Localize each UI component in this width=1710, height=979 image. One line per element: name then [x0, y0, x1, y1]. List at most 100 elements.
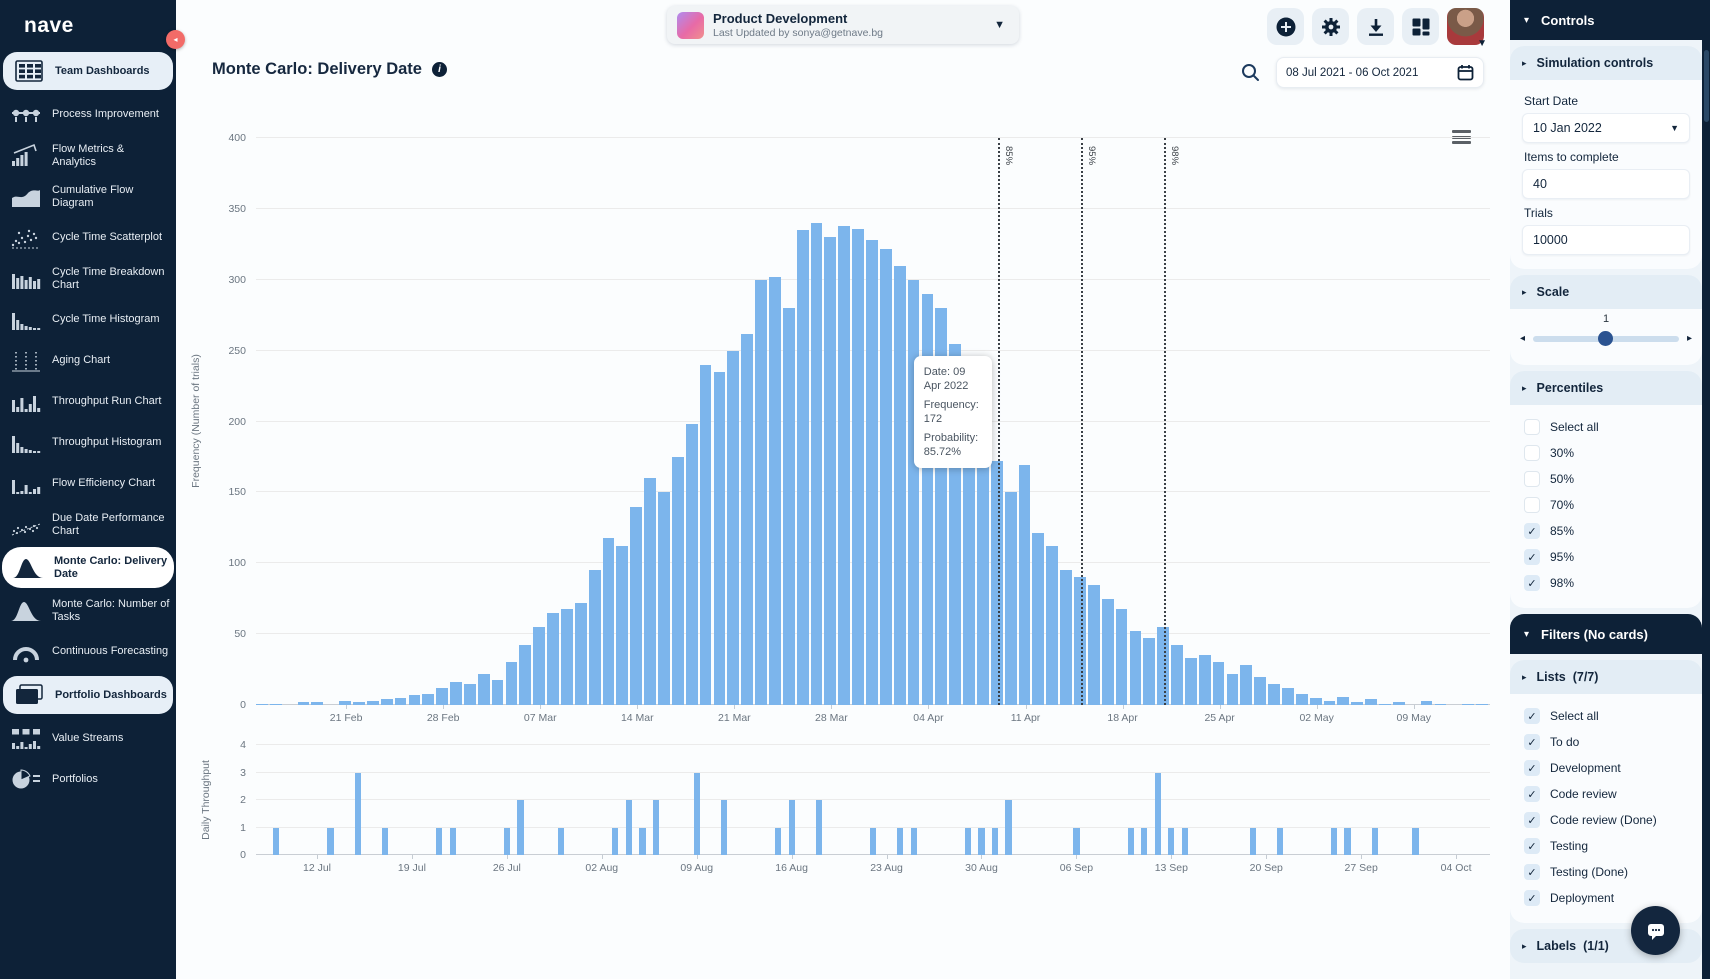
sidebar-item-aging-chart[interactable]: Aging Chart: [0, 340, 176, 381]
histogram-bar[interactable]: [1171, 645, 1183, 705]
histogram-bar[interactable]: [714, 372, 726, 705]
sidebar-item-cycle-time-histogram[interactable]: Cycle Time Histogram: [0, 299, 176, 340]
histogram-bar[interactable]: [478, 674, 490, 705]
sidebar-item-flow-metrics-analytics[interactable]: Flow Metrics & Analytics: [0, 135, 176, 176]
sidebar-item-cumulative-flow-diagram[interactable]: Cumulative Flow Diagram: [0, 176, 176, 217]
throughput-bar[interactable]: [694, 773, 700, 856]
histogram-bar[interactable]: [644, 478, 656, 705]
histogram-bar[interactable]: [1185, 658, 1197, 705]
panel-scrollbar-thumb[interactable]: [1704, 50, 1709, 122]
scale-slider[interactable]: 1: [1533, 327, 1679, 349]
histogram-bar[interactable]: [1310, 698, 1322, 705]
throughput-bar[interactable]: [1168, 828, 1174, 856]
add-button[interactable]: [1267, 8, 1304, 45]
throughput-bar[interactable]: [1155, 773, 1161, 856]
board-selector[interactable]: Product Development Last Updated by sony…: [667, 6, 1019, 44]
histogram-bar[interactable]: [464, 684, 476, 705]
histogram-bar[interactable]: [769, 277, 781, 705]
histogram-bar[interactable]: [824, 237, 836, 705]
chat-button[interactable]: [1631, 906, 1680, 955]
sidebar-item-team-dashboards[interactable]: Team Dashboards: [3, 52, 173, 90]
histogram-bar[interactable]: [589, 570, 601, 705]
throughput-bar[interactable]: [1182, 828, 1188, 856]
throughput-bar[interactable]: [789, 800, 795, 855]
histogram-bar[interactable]: [1227, 674, 1239, 705]
histogram-bar[interactable]: [672, 457, 684, 705]
histogram-bar[interactable]: [1074, 577, 1086, 705]
sidebar-item-throughput-run-chart[interactable]: Throughput Run Chart: [0, 381, 176, 422]
histogram-bar[interactable]: [616, 546, 628, 705]
checkbox-50[interactable]: [1524, 471, 1540, 487]
checkbox-code-review[interactable]: ✓: [1524, 786, 1540, 802]
histogram-bar[interactable]: [1019, 465, 1031, 705]
sidebar-item-monte-carlo-number-of-tasks[interactable]: Monte Carlo: Number of Tasks: [0, 590, 176, 631]
throughput-bar[interactable]: [870, 828, 876, 856]
histogram-bar[interactable]: [1102, 599, 1114, 705]
user-menu[interactable]: ▼: [1447, 8, 1484, 45]
trials-input[interactable]: 10000: [1522, 225, 1690, 255]
checkbox-30[interactable]: [1524, 445, 1540, 461]
histogram-bar[interactable]: [533, 627, 545, 705]
checkbox-select-all[interactable]: ✓: [1524, 708, 1540, 724]
throughput-bar[interactable]: [992, 828, 998, 856]
start-date-select[interactable]: 10 Jan 2022 ▼: [1522, 113, 1690, 143]
histogram-bar[interactable]: [1240, 665, 1252, 705]
throughput-bar[interactable]: [517, 800, 523, 855]
histogram-bar[interactable]: [1116, 609, 1128, 705]
histogram-bar[interactable]: [1324, 701, 1336, 705]
throughput-bar[interactable]: [1141, 828, 1147, 856]
checkbox-85[interactable]: ✓: [1524, 523, 1540, 539]
histogram-bar[interactable]: [755, 280, 767, 705]
throughput-bar[interactable]: [775, 828, 781, 856]
sidebar-collapse-button[interactable]: ◂: [166, 30, 185, 49]
throughput-bar[interactable]: [1128, 828, 1134, 856]
histogram-bar[interactable]: [575, 603, 587, 705]
checkbox-testing[interactable]: ✓: [1524, 838, 1540, 854]
throughput-bar[interactable]: [978, 828, 984, 856]
histogram-bar[interactable]: [339, 701, 351, 705]
mc-plot[interactable]: Date: 09 Apr 2022 Frequency: 172 Probabi…: [256, 138, 1490, 705]
throughput-bar[interactable]: [1344, 828, 1350, 856]
controls-header[interactable]: ▾ Controls: [1510, 0, 1710, 40]
checkbox-to-do[interactable]: ✓: [1524, 734, 1540, 750]
histogram-bar[interactable]: [1088, 585, 1100, 705]
throughput-bar[interactable]: [1412, 828, 1418, 856]
throughput-bar[interactable]: [504, 828, 510, 856]
histogram-bar[interactable]: [783, 308, 795, 705]
throughput-bar[interactable]: [1372, 828, 1378, 856]
histogram-bar[interactable]: [603, 538, 615, 705]
histogram-bar[interactable]: [630, 507, 642, 705]
checkbox-select-all[interactable]: [1524, 419, 1540, 435]
checkbox-98[interactable]: ✓: [1524, 575, 1540, 591]
histogram-bar[interactable]: [1365, 699, 1377, 705]
histogram-bar[interactable]: [1296, 694, 1308, 705]
percentiles-toggle[interactable]: ▸ Percentiles: [1510, 371, 1702, 405]
sidebar-item-continuous-forecasting[interactable]: Continuous Forecasting: [0, 631, 176, 672]
histogram-bar[interactable]: [908, 280, 920, 705]
histogram-bar[interactable]: [1143, 638, 1155, 705]
histogram-bar[interactable]: [506, 662, 518, 705]
histogram-bar[interactable]: [1130, 631, 1142, 705]
histogram-bar[interactable]: [1032, 533, 1044, 705]
histogram-bar[interactable]: [686, 424, 698, 705]
histogram-bar[interactable]: [1379, 704, 1391, 705]
throughput-bar[interactable]: [626, 800, 632, 855]
sidebar-item-cycle-time-breakdown-chart[interactable]: Cycle Time Breakdown Chart: [0, 258, 176, 299]
histogram-bar[interactable]: [658, 492, 670, 705]
throughput-bar[interactable]: [1005, 800, 1011, 855]
checkbox-95[interactable]: ✓: [1524, 549, 1540, 565]
histogram-bar[interactable]: [894, 266, 906, 705]
histogram-bar[interactable]: [866, 240, 878, 705]
throughput-bar[interactable]: [639, 828, 645, 856]
histogram-bar[interactable]: [353, 702, 365, 705]
simulation-controls-toggle[interactable]: ▸ Simulation controls: [1510, 46, 1702, 80]
histogram-bar[interactable]: [1435, 704, 1447, 705]
checkbox-deployment[interactable]: ✓: [1524, 890, 1540, 906]
sidebar-item-portfolio-dashboards[interactable]: Portfolio Dashboards: [3, 676, 173, 714]
histogram-bar[interactable]: [492, 680, 504, 706]
histogram-bar[interactable]: [1157, 627, 1169, 705]
scale-slider-thumb[interactable]: [1598, 331, 1613, 346]
histogram-bar[interactable]: [1421, 701, 1433, 705]
checkbox-code-review-done[interactable]: ✓: [1524, 812, 1540, 828]
throughput-bar[interactable]: [327, 828, 333, 856]
